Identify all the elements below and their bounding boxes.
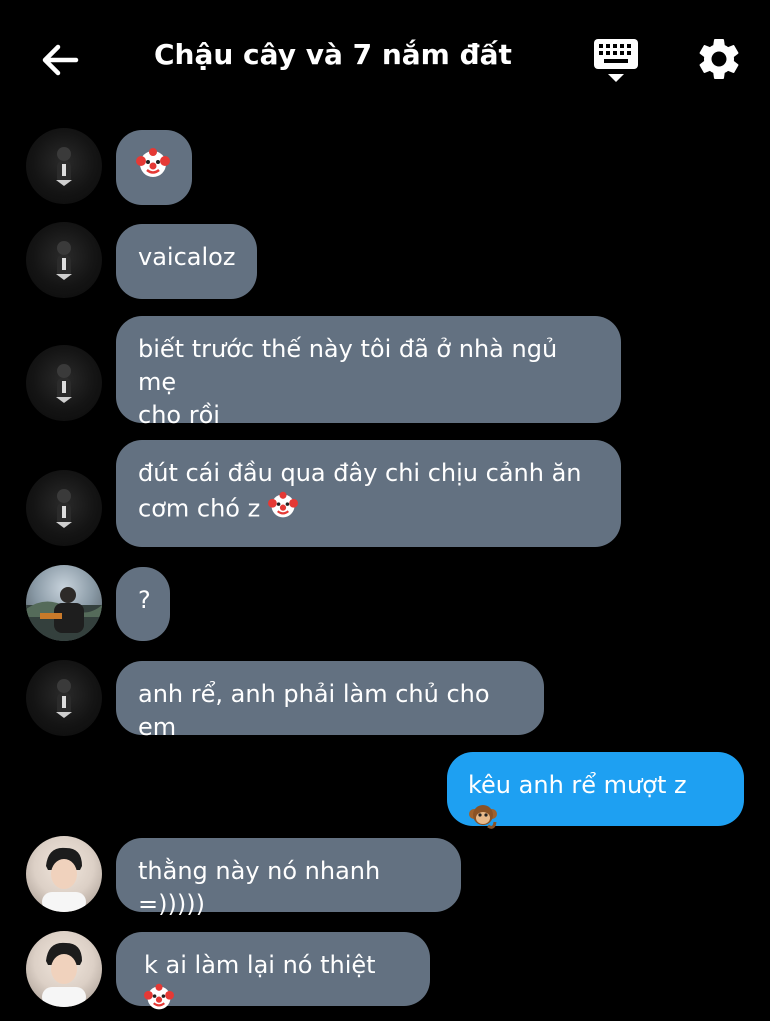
chat-header: Chậu cây và 7 nắm đất — [0, 0, 770, 118]
sender-avatar[interactable] — [26, 470, 102, 546]
message-bubble[interactable]: biết trước thế này tôi đã ở nhà ngủ mẹ c… — [116, 316, 621, 429]
clown-face-icon — [267, 490, 298, 529]
sender-avatar[interactable] — [26, 222, 102, 298]
avatar-image — [26, 587, 102, 641]
message-text-line: cho rồi — [138, 401, 220, 429]
message-text: cơm chó z — [138, 494, 261, 523]
avatar-image — [42, 942, 86, 1007]
message-text-line: đút cái đầu qua đây chi chịu cảnh ăn — [138, 459, 582, 487]
sender-avatar[interactable] — [26, 931, 102, 1007]
message-text: anh rể, anh phải làm chủ cho em — [138, 680, 490, 741]
keyboard-icon — [594, 39, 638, 82]
clown-face-icon — [144, 982, 174, 1021]
message-bubble[interactable]: anh rể, anh phải làm chủ cho em — [116, 661, 544, 741]
message-text: thằng này nó nhanh =))))) — [138, 857, 381, 918]
avatar-image — [56, 147, 72, 186]
message-bubble[interactable]: đút cái đầu qua đây chi chịu cảnh ăn cơm… — [116, 440, 621, 547]
keyboard-toggle-button[interactable] — [590, 36, 642, 84]
avatar-image — [42, 847, 86, 912]
chat-title: Chậu cây và 7 nắm đất — [154, 38, 512, 71]
arrow-left-icon — [42, 44, 79, 76]
gear-icon — [699, 39, 739, 79]
avatar-image — [56, 241, 72, 280]
message-bubble[interactable]: ? — [116, 567, 170, 641]
monkey-icon — [468, 802, 498, 841]
settings-button[interactable] — [694, 34, 744, 84]
sender-avatar[interactable] — [26, 565, 102, 641]
avatar-image — [56, 489, 72, 528]
message-text-line: cơm chó z — [138, 490, 597, 529]
message-bubble[interactable]: thằng này nó nhanh =))))) — [116, 838, 461, 918]
sender-avatar[interactable] — [26, 128, 102, 204]
message-text: kêu anh rể mượt z — [468, 771, 687, 799]
clown-face-icon — [136, 146, 170, 189]
sender-avatar[interactable] — [26, 836, 102, 912]
sender-avatar[interactable] — [26, 660, 102, 736]
message-bubble[interactable] — [116, 130, 192, 205]
message-bubble-sent[interactable]: kêu anh rể mượt z — [447, 752, 744, 829]
message-bubble[interactable]: vaicaloz — [116, 224, 257, 299]
back-button[interactable] — [36, 36, 84, 84]
message-text-line: biết trước thế này tôi đã ở nhà ngủ mẹ — [138, 335, 558, 396]
message-text: vaicaloz — [138, 243, 236, 271]
avatar-image — [56, 679, 72, 718]
message-text: k ai làm lại nó thiệt — [144, 951, 376, 979]
avatar-image — [56, 364, 72, 403]
message-text: ? — [138, 586, 151, 614]
message-bubble[interactable]: k ai làm lại nó thiệt — [116, 932, 430, 1010]
sender-avatar[interactable] — [26, 345, 102, 421]
